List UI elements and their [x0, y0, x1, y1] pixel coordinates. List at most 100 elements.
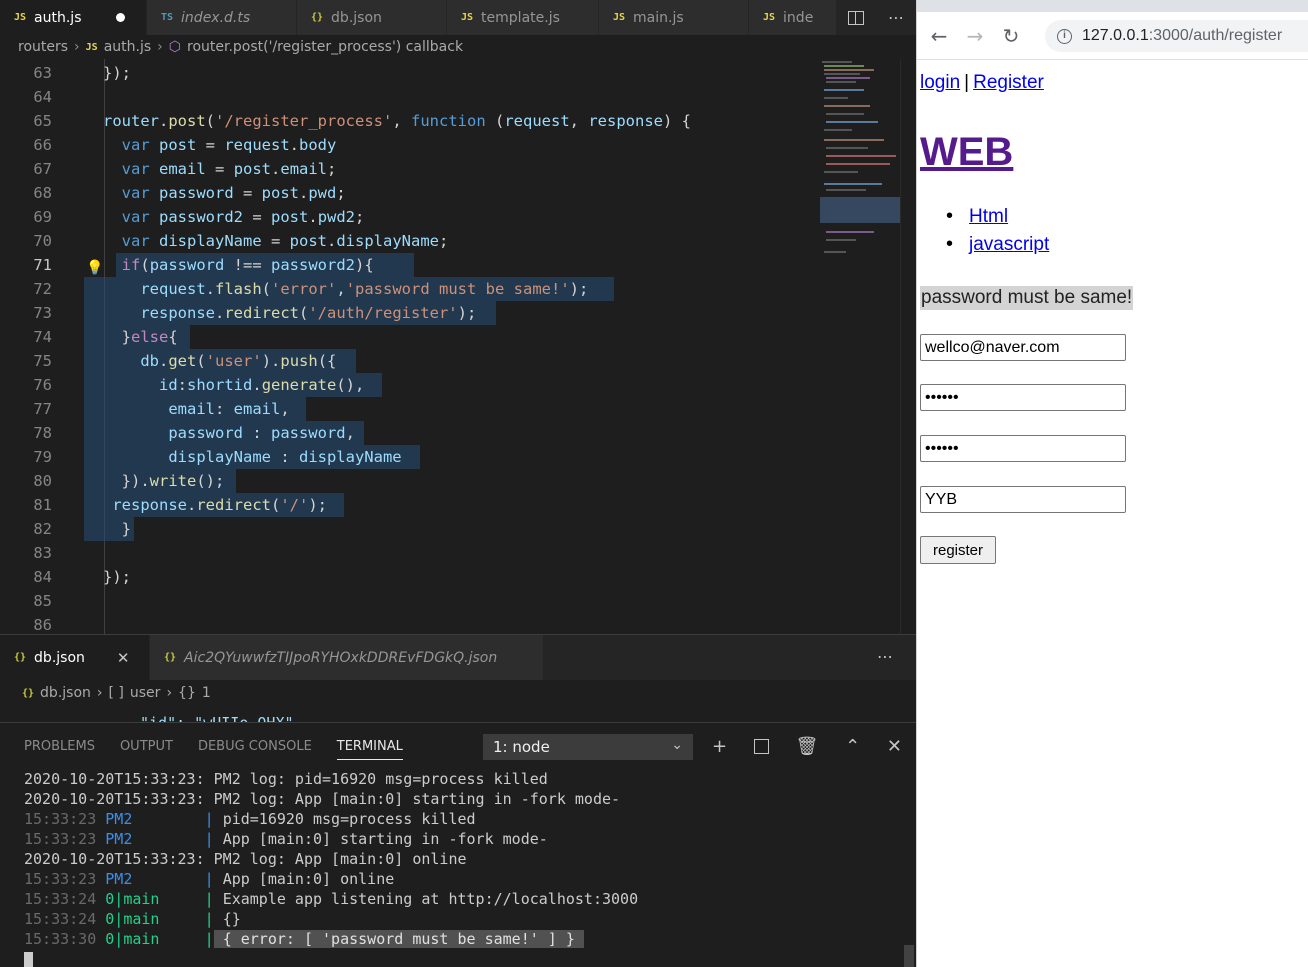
tab-session-json[interactable]: {} Aic2QYuwwfzTIJpoRYHOxkDDREvFDGkQ.json: [150, 635, 544, 680]
tab-db-json[interactable]: {} db.json: [297, 0, 447, 35]
reload-icon[interactable]: ↻: [997, 22, 1025, 50]
code-line: 77 email: email,: [0, 397, 820, 421]
js-file-icon: JS: [14, 12, 27, 23]
tab-label: template.js: [481, 9, 560, 26]
url-path: :3000/auth/register: [1148, 27, 1283, 44]
browser-toolbar: ← → ↻ i 127.0.0.1:3000/auth/register: [917, 12, 1308, 60]
tab-index-js[interactable]: JS inde: [749, 0, 839, 35]
forward-arrow-icon[interactable]: →: [961, 22, 989, 50]
close-icon[interactable]: ✕: [117, 649, 130, 667]
password-confirm-field[interactable]: [920, 435, 1126, 462]
topic-link-javascript[interactable]: javascript: [969, 234, 1049, 255]
register-button[interactable]: register: [920, 536, 996, 564]
split-editor-icon[interactable]: [848, 10, 864, 25]
code-line: 66 var post = request.body: [33, 136, 337, 154]
code-line: 83: [33, 544, 52, 562]
tab-label: main.js: [633, 9, 684, 26]
code-line: 63});: [33, 64, 131, 82]
json-file-icon: {}: [22, 687, 35, 699]
breadcrumb-object[interactable]: 1: [202, 685, 211, 701]
browser-window: ← → ↻ i 127.0.0.1:3000/auth/register log…: [916, 0, 1308, 967]
code-line: 81 response.redirect('/');: [0, 493, 820, 517]
lightbulb-icon[interactable]: 💡: [86, 256, 103, 276]
more-actions-icon[interactable]: ⋯: [877, 647, 894, 666]
close-panel-icon[interactable]: ✕: [887, 736, 902, 757]
terminal-select[interactable]: 1: node ⌄: [483, 734, 693, 760]
js-file-icon: JS: [85, 41, 98, 53]
page-title: WEB: [920, 130, 1013, 175]
breadcrumb-file[interactable]: db.json: [40, 685, 91, 701]
bottom-panel: PROBLEMS OUTPUT DEBUG CONSOLE TERMINAL 1…: [0, 722, 916, 967]
tab-template-js[interactable]: JS template.js: [447, 0, 599, 35]
tab-problems[interactable]: PROBLEMS: [24, 739, 95, 754]
tab-debug-console[interactable]: DEBUG CONSOLE: [198, 739, 312, 754]
breadcrumb-file[interactable]: auth.js: [104, 39, 151, 55]
tab-label: Aic2QYuwwfzTIJpoRYHOxkDDREvFDGkQ.json: [184, 649, 498, 666]
maximize-panel-icon[interactable]: ⌃: [845, 736, 860, 757]
editor-scrollbar[interactable]: [900, 59, 916, 634]
chevron-right-icon: ›: [74, 39, 80, 55]
terminal-cursor: [24, 952, 33, 967]
code-line: 74 }else{: [0, 325, 820, 349]
code-editor[interactable]: 63}); 64 65 router.post('/register_proces…: [0, 59, 916, 634]
home-link[interactable]: WEB: [920, 130, 1013, 174]
password-field[interactable]: [920, 384, 1126, 411]
trash-icon[interactable]: 🗑: [796, 736, 819, 757]
editor-actions: ⋯: [836, 0, 916, 35]
chevron-right-icon: ›: [157, 39, 163, 55]
terminal-line: 15:33:24 0|main | Example app listening …: [24, 890, 639, 908]
topic-link-html[interactable]: Html: [969, 206, 1008, 227]
minimap[interactable]: [820, 59, 900, 634]
more-actions-icon[interactable]: ⋯: [888, 8, 904, 27]
link-separator: |: [964, 72, 970, 93]
code-line: 70 var displayName = post.displayName;: [33, 232, 449, 250]
minimap-slider[interactable]: [820, 197, 900, 223]
breadcrumb: {} db.json › [ ] user › {} 1: [0, 680, 916, 706]
breadcrumb: routers › JS auth.js › ⬡ router.post('/r…: [0, 35, 916, 59]
auth-links: login | Register: [920, 72, 1044, 94]
display-name-field[interactable]: [920, 486, 1126, 513]
tab-label: inde: [783, 9, 814, 26]
flash-error-message: password must be same!: [920, 286, 1134, 310]
address-bar[interactable]: i 127.0.0.1:3000/auth/register: [1045, 20, 1308, 52]
tab-db-json[interactable]: {} db.json ✕: [0, 635, 150, 680]
breadcrumb-symbol[interactable]: router.post('/register_process') callbac…: [187, 39, 463, 55]
breadcrumb-folder[interactable]: routers: [18, 39, 68, 55]
code-line: 75 db.get('user').push({: [0, 349, 820, 373]
vscode-window: JS auth.js TS index.d.ts {} db.json JS t…: [0, 0, 916, 967]
js-file-icon: JS: [613, 12, 626, 23]
panel-actions: + 🗑 ⌃ ✕: [712, 733, 902, 759]
code-line: 85: [33, 592, 52, 610]
chevron-down-icon: ⌄: [671, 737, 683, 753]
code-line: 80 }).write();: [0, 469, 820, 493]
back-arrow-icon[interactable]: ←: [925, 22, 953, 50]
code-line: 65 router.post('/register_process', funct…: [33, 112, 691, 130]
url-host: 127.0.0.1: [1082, 27, 1149, 44]
tab-index-d-ts[interactable]: TS index.d.ts: [147, 0, 297, 35]
info-icon[interactable]: i: [1057, 28, 1072, 44]
object-icon: {}: [178, 685, 196, 701]
terminal-output[interactable]: 2020-10-20T15:33:23: PM2 log: pid=16920 …: [24, 769, 904, 949]
json-editor[interactable]: "id": "wUIIo_OHX": [0, 706, 916, 722]
terminal-line: 2020-10-20T15:33:23: PM2 log: pid=16920 …: [24, 770, 548, 788]
code-line: 73 response.redirect('/auth/register');: [0, 301, 820, 325]
tab-output[interactable]: OUTPUT: [120, 739, 173, 754]
unsaved-dot-icon[interactable]: [115, 13, 125, 22]
tab-terminal[interactable]: TERMINAL: [336, 739, 403, 760]
login-link[interactable]: login: [920, 72, 960, 93]
breadcrumb-array[interactable]: user: [130, 685, 161, 701]
tab-label: auth.js: [34, 9, 82, 26]
tab-auth-js[interactable]: JS auth.js: [0, 0, 147, 35]
email-field[interactable]: [920, 334, 1126, 361]
new-terminal-icon[interactable]: +: [712, 736, 727, 757]
tab-main-js[interactable]: JS main.js: [599, 0, 749, 35]
editor-group-2-tab-bar: {} db.json ✕ {} Aic2QYuwwfzTIJpoRYHOxkDD…: [0, 634, 916, 680]
list-item: javascript: [920, 233, 1049, 262]
browser-tab-strip: [917, 0, 1308, 12]
tab-label: db.json: [34, 649, 85, 666]
register-link[interactable]: Register: [973, 72, 1044, 93]
terminal-scrollbar[interactable]: [904, 945, 914, 967]
split-terminal-icon[interactable]: [753, 738, 769, 754]
terminal-line: 2020-10-20T15:33:23: PM2 log: App [main:…: [24, 850, 467, 868]
panel-tabs: PROBLEMS OUTPUT DEBUG CONSOLE TERMINAL: [0, 723, 403, 769]
